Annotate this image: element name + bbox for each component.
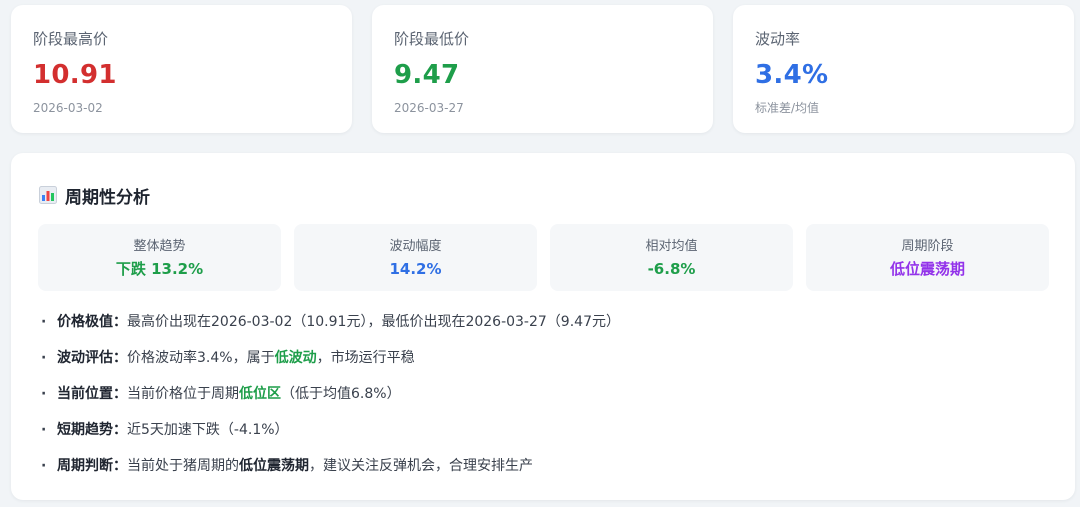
note-current-position: · 当前位置： 当前价格位于周期 低位区 （低于均值6.8%） <box>41 384 1051 420</box>
metric-label: 整体趋势 <box>133 239 186 254</box>
note-short-term-trend: · 短期趋势： 近5天加速下跌（-4.1%） <box>41 420 1051 456</box>
metric-tiles: 整体趋势 下跌 13.2% 波动幅度 14.2% 相对均值 -6.8% 周期阶段… <box>38 224 1049 291</box>
metric-tile-trend: 整体趋势 下跌 13.2% <box>38 224 281 291</box>
note-highlight: 低波动 <box>274 350 317 366</box>
bullet: · <box>41 458 47 474</box>
metric-tile-cycle-stage: 周期阶段 低位震荡期 <box>806 224 1049 291</box>
bullet: · <box>41 350 47 366</box>
stat-label: 波动率 <box>755 30 801 48</box>
stat-card-low: 阶段最低价 9.47 2026-03-27 <box>372 5 713 133</box>
stat-label: 阶段最低价 <box>394 30 470 48</box>
note-highlight: 低位震荡期 <box>239 458 309 474</box>
metric-value: 下跌 13.2% <box>115 260 204 278</box>
stat-value: 10.91 <box>33 60 117 90</box>
metric-label: 相对均值 <box>645 239 698 254</box>
note-text-tail: ，建议关注反弹机会，合理安排生产 <box>309 458 533 474</box>
note-text: 近5天加速下跌（-4.1%） <box>127 422 289 438</box>
stat-note: 标准差/均值 <box>755 101 820 115</box>
metric-value: 低位震荡期 <box>889 260 965 278</box>
summary-stats: 阶段最高价 10.91 2026-03-02 阶段最低价 9.47 2026-0… <box>11 5 1075 133</box>
panel-header: 周期性分析 <box>39 183 150 208</box>
note-text-tail: （低于均值6.8%） <box>281 386 401 402</box>
metric-value: -6.8% <box>647 260 696 278</box>
bar-chart-icon <box>39 186 57 204</box>
note-key: 短期趋势： <box>57 422 127 438</box>
note-key: 周期判断： <box>57 458 127 474</box>
metric-value: 14.2% <box>389 260 442 278</box>
stat-value: 3.4% <box>755 60 829 90</box>
bullet: · <box>41 422 47 438</box>
stat-card-high: 阶段最高价 10.91 2026-03-02 <box>11 5 352 133</box>
metric-label: 波动幅度 <box>389 239 442 254</box>
note-text-tail: ，市场运行平稳 <box>316 350 415 366</box>
note-text: 最高价出现在2026-03-02（10.91元），最低价出现在2026-03-2… <box>127 314 620 330</box>
note-price-extremes: · 价格极值： 最高价出现在2026-03-02（10.91元），最低价出现在2… <box>41 312 1051 348</box>
metric-tile-relative-mean: 相对均值 -6.8% <box>550 224 793 291</box>
analysis-notes: · 价格极值： 最高价出现在2026-03-02（10.91元），最低价出现在2… <box>41 312 1051 492</box>
bullet: · <box>41 314 47 330</box>
stat-card-volatility: 波动率 3.4% 标准差/均值 <box>733 5 1074 133</box>
metric-tile-amplitude: 波动幅度 14.2% <box>294 224 537 291</box>
note-key: 当前位置： <box>57 386 127 402</box>
note-text: 当前价格位于周期 <box>127 386 239 402</box>
cycle-analysis-panel: 周期性分析 整体趋势 下跌 13.2% 波动幅度 14.2% 相对均值 -6.8… <box>11 153 1075 500</box>
stat-date: 2026-03-02 <box>33 101 103 115</box>
metric-label: 周期阶段 <box>901 239 954 254</box>
note-text: 当前处于猪周期的 <box>127 458 239 474</box>
stat-label: 阶段最高价 <box>33 30 109 48</box>
note-key: 波动评估： <box>57 350 127 366</box>
note-key: 价格极值： <box>57 314 127 330</box>
bullet: · <box>41 386 47 402</box>
stat-date: 2026-03-27 <box>394 101 464 115</box>
note-volatility-assessment: · 波动评估： 价格波动率3.4%，属于 低波动 ，市场运行平稳 <box>41 348 1051 384</box>
stat-value: 9.47 <box>394 60 460 90</box>
note-cycle-judgement: · 周期判断： 当前处于猪周期的 低位震荡期 ，建议关注反弹机会，合理安排生产 <box>41 456 1051 492</box>
note-text: 价格波动率3.4%，属于 <box>127 350 275 366</box>
panel-title: 周期性分析 <box>65 187 150 208</box>
note-highlight: 低位区 <box>239 386 281 402</box>
